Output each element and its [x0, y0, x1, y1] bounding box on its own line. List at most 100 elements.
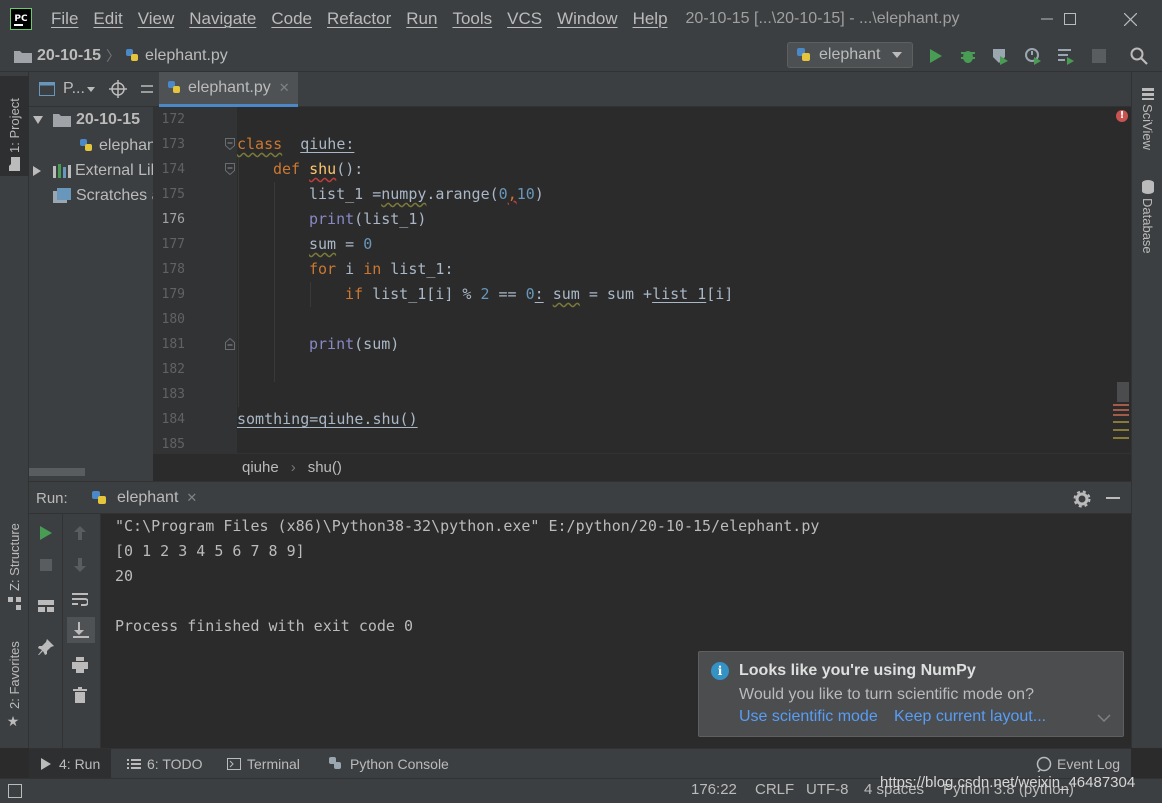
line-number: 178: [161, 262, 185, 277]
error-stripe-mark[interactable]: [1113, 404, 1129, 406]
error-stripe-mark[interactable]: [1113, 414, 1129, 416]
close-window-button[interactable]: [1107, 0, 1153, 38]
caret-position[interactable]: 176:22: [691, 781, 737, 798]
tool-tab-database[interactable]: Database: [1132, 176, 1162, 266]
tool-tab-terminal[interactable]: Terminal: [227, 749, 300, 779]
tool-tab-project[interactable]: 1: Project: [0, 76, 29, 176]
code-token: sum: [552, 285, 580, 303]
line-number: 181: [161, 337, 185, 352]
menu-help[interactable]: Help: [626, 9, 676, 29]
line-number: 177: [161, 237, 185, 252]
tree-item-external-libraries[interactable]: External Libraries: [33, 158, 153, 183]
tool-tab-sciview[interactable]: SciView: [1132, 84, 1162, 164]
close-tab-icon[interactable]: ✕: [186, 490, 197, 506]
keep-current-layout-link[interactable]: Keep current layout...: [894, 708, 1046, 726]
close-tab-icon[interactable]: ✕: [279, 80, 290, 96]
tree-item-project-root[interactable]: 20-10-15: [33, 107, 140, 132]
code-line-181: print(sum): [309, 332, 399, 357]
menu-tools[interactable]: Tools: [445, 9, 500, 29]
error-indicator-icon[interactable]: !: [1116, 110, 1128, 122]
warning-stripe-mark[interactable]: [1113, 421, 1129, 423]
warning-stripe-mark[interactable]: [1113, 429, 1129, 431]
python-icon: [92, 491, 106, 504]
scroll-to-end-button[interactable]: [67, 617, 95, 643]
run-configuration-select[interactable]: elephant: [787, 42, 913, 68]
minimize-panel-icon[interactable]: [1106, 497, 1120, 501]
project-horizontal-scrollbar[interactable]: [29, 468, 85, 476]
maximize-button[interactable]: [1047, 0, 1093, 38]
search-everywhere-button[interactable]: [1129, 46, 1149, 66]
error-stripe-mark[interactable]: [1113, 409, 1129, 411]
locate-icon[interactable]: [108, 80, 127, 98]
tree-item-label: elephant.py: [99, 136, 153, 154]
menu-refactor[interactable]: Refactor: [320, 9, 399, 29]
tool-tab-favorites[interactable]: ★ 2: Favorites: [0, 634, 29, 736]
todo-list-icon: [127, 759, 141, 769]
pin-icon: [38, 639, 54, 655]
gear-icon[interactable]: [1073, 490, 1091, 508]
run-button[interactable]: [926, 46, 946, 66]
collapse-all-icon[interactable]: [140, 82, 153, 96]
code-token: in: [363, 260, 382, 278]
code-editor[interactable]: class qiuhe: def shu(): list_1 =numpy.ar…: [237, 107, 1131, 453]
tool-tab-todo[interactable]: 6: TODO: [127, 749, 203, 779]
rerun-button[interactable]: [29, 520, 63, 546]
tool-tab-run[interactable]: 4: Run: [29, 749, 111, 779]
watermark: https://blog.csdn.net/weixin_46487304: [880, 774, 1136, 791]
menu-run[interactable]: Run: [399, 9, 445, 29]
menu-edit[interactable]: Edit: [86, 9, 130, 29]
menu-vcs[interactable]: VCS: [500, 9, 550, 29]
concurrency-button[interactable]: [1056, 46, 1076, 66]
coverage-icon: [993, 49, 1008, 65]
stop-button[interactable]: [29, 552, 63, 578]
editor-tab-elephant-py[interactable]: elephant.py ✕: [159, 72, 298, 107]
tool-windows-toggle-icon[interactable]: [8, 784, 22, 798]
code-breadcrumb-class[interactable]: qiuhe: [242, 459, 279, 476]
menu-file[interactable]: File: [44, 9, 86, 29]
tree-item-elephant-py[interactable]: elephant.py: [79, 133, 153, 158]
sciview-icon: [1141, 88, 1154, 100]
clear-all-button[interactable]: [63, 682, 97, 708]
use-scientific-mode-link[interactable]: Use scientific mode: [739, 708, 878, 726]
menu-navigate[interactable]: Navigate: [182, 9, 264, 29]
profile-button[interactable]: [1023, 46, 1043, 66]
code-token: numpy: [381, 185, 427, 203]
debug-button[interactable]: [958, 46, 978, 66]
stop-button[interactable]: [1089, 46, 1109, 66]
line-separator[interactable]: CRLF: [755, 781, 794, 798]
pin-tab-button[interactable]: [29, 634, 63, 660]
print-button[interactable]: [63, 652, 97, 678]
breadcrumb-file[interactable]: elephant.py: [145, 47, 228, 65]
fold-icon[interactable]: [225, 163, 235, 175]
tool-tab-favorites-label: 2: Favorites: [7, 641, 22, 709]
editor-scrollbar-thumb[interactable]: [1117, 382, 1129, 402]
fold-icon[interactable]: [225, 138, 235, 150]
menu-view[interactable]: View: [131, 9, 183, 29]
tool-tab-structure[interactable]: Z: Structure: [0, 514, 29, 616]
soft-wrap-button[interactable]: [63, 586, 97, 612]
tool-tab-python-console[interactable]: Python Console: [328, 749, 449, 779]
file-encoding[interactable]: UTF-8: [806, 781, 849, 798]
unfold-end-icon[interactable]: [225, 338, 235, 350]
indent-guide: [274, 182, 275, 382]
menu-window[interactable]: Window: [550, 9, 625, 29]
breadcrumb-separator: 〉: [106, 48, 121, 64]
tree-item-scratches[interactable]: Scratches and Consoles: [53, 183, 153, 208]
layout-button[interactable]: [29, 593, 63, 619]
project-panel-header: P...: [29, 72, 153, 107]
code-breadcrumb-function[interactable]: shu(): [308, 459, 342, 476]
chevron-down-icon[interactable]: [1097, 714, 1111, 722]
code-token: 10: [516, 185, 535, 203]
run-tab-elephant[interactable]: elephant ✕: [91, 482, 197, 514]
run-with-coverage-button[interactable]: [990, 46, 1010, 66]
tool-tab-todo-label: 6: TODO: [147, 756, 203, 772]
terminal-icon: [227, 758, 241, 770]
breadcrumb-project[interactable]: 20-10-15: [37, 47, 101, 65]
run-icon: [41, 758, 51, 770]
menu-code[interactable]: Code: [264, 9, 320, 29]
project-view-selector[interactable]: P...: [63, 80, 85, 98]
scroll-up-button[interactable]: [63, 520, 97, 546]
warning-stripe-mark[interactable]: [1113, 437, 1129, 439]
python-file-icon: [80, 138, 92, 151]
scroll-down-button[interactable]: [63, 552, 97, 578]
